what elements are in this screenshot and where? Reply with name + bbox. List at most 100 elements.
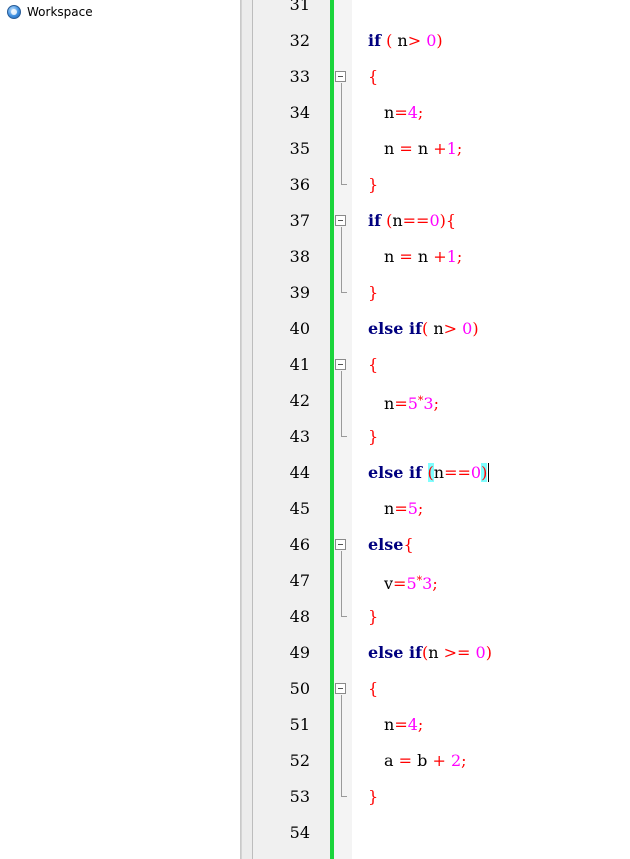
code-line-47[interactable]: v=5*3; [384,571,438,594]
code-token: ; [417,715,424,734]
code-token: } [368,283,379,302]
code-line-40[interactable]: else if( n> 0) [368,319,479,339]
code-line-38[interactable]: n = n +1; [384,247,462,267]
code-line-37[interactable]: if (n==0){ [368,211,456,231]
code-token: = [393,574,407,593]
code-line-46[interactable]: else{ [368,535,414,555]
code-token: n [433,463,445,482]
code-line-48[interactable]: } [368,607,378,627]
code-line-39[interactable]: } [368,283,378,303]
code-token: == [402,211,430,230]
fold-toggle-line-33[interactable] [335,71,346,82]
workspace-label: Workspace [27,5,93,19]
code-token: n [392,31,408,50]
code-token: else if [368,643,422,662]
code-token: n [412,247,434,266]
line-number[interactable]: 38 [250,247,310,267]
fold-toggle-line-50[interactable] [335,683,346,694]
line-number[interactable]: 54 [250,823,310,843]
line-number[interactable]: 43 [250,427,310,447]
line-number[interactable]: 47 [250,571,310,591]
line-number[interactable]: 37 [250,211,310,231]
code-token: n [384,499,395,518]
code-line-32[interactable]: if ( n> 0) [368,31,443,51]
line-number[interactable]: 39 [250,283,310,303]
line-number[interactable]: 45 [250,499,310,519]
code-token: } [368,175,379,194]
fold-guide [341,83,342,184]
code-token: 5 [407,499,418,518]
code-token: = [394,103,408,122]
code-token: 0 [462,319,473,338]
code-editor[interactable]: if ( n> 0) { n=4; n = n +1; } if (n==0){… [352,0,630,859]
code-token: ; [456,139,463,158]
fold-toggle-line-41[interactable] [335,359,346,370]
code-token: 3 [423,394,434,413]
code-line-42[interactable]: n=5*3; [384,391,439,414]
workspace-tree-item[interactable]: Workspace [0,0,240,22]
line-number[interactable]: 49 [250,643,310,663]
fold-end-marker [341,616,347,617]
code-token: = [394,499,408,518]
code-token: { [403,535,414,554]
code-token: 0 [429,211,440,230]
line-number[interactable]: 53 [250,787,310,807]
fold-toggle-line-46[interactable] [335,539,346,550]
code-line-41[interactable]: { [368,355,378,375]
code-token: n [428,643,444,662]
code-token: 0 [475,643,486,662]
code-token: n [384,394,395,413]
code-token: if [368,211,381,230]
code-token: else [368,535,404,554]
line-number[interactable]: 42 [250,391,310,411]
code-token: 0 [426,31,437,50]
code-token: n [428,319,444,338]
line-number[interactable]: 44 [250,463,310,483]
code-token: { [368,679,379,698]
code-token: } [368,427,379,446]
code-line-51[interactable]: n=4; [384,715,423,735]
code-token: else if [368,319,422,338]
code-token: = [399,139,413,158]
code-line-49[interactable]: else if(n >= 0) [368,643,492,663]
code-token: ; [417,499,424,518]
code-token: } [368,787,379,806]
code-token: else if [368,463,428,482]
code-token: ) [472,319,479,338]
code-token: 1 [446,247,457,266]
code-line-35[interactable]: n = n +1; [384,139,462,159]
code-token: ) [485,643,492,662]
line-number[interactable]: 35 [250,139,310,159]
code-token: v [384,574,394,593]
code-line-43[interactable]: } [368,427,378,447]
line-number[interactable]: 48 [250,607,310,627]
line-number-gutter: 31 32 33 34 35 36 37 38 39 40 41 42 43 44 45 46 47 48 49 50… [253,0,330,859]
fold-toggle-line-37[interactable] [335,215,346,226]
code-line-44[interactable]: else if (n==0) [368,463,490,483]
line-number[interactable]: 34 [250,103,310,123]
code-line-50[interactable]: { [368,679,378,699]
line-number[interactable]: 40 [250,319,310,339]
code-token: { [368,355,379,374]
code-token: a [384,751,399,770]
line-number[interactable]: 33 [250,67,310,87]
line-number[interactable]: 46 [250,535,310,555]
line-number[interactable]: 51 [250,715,310,735]
line-number[interactable]: 41 [250,355,310,375]
line-number[interactable]: 52 [250,751,310,771]
fold-guide [341,371,342,436]
code-line-52[interactable]: a = b + 2; [384,751,467,771]
code-line-34[interactable]: n=4; [384,103,423,123]
code-line-33[interactable]: { [368,67,378,87]
code-token: n [392,211,403,230]
code-token: n [384,715,395,734]
code-line-36[interactable]: } [368,175,378,195]
code-line-53[interactable]: } [368,787,378,807]
line-number[interactable]: 32 [250,31,310,51]
line-number[interactable]: 50 [250,679,310,699]
fold-guide [341,695,342,796]
code-line-45[interactable]: n=5; [384,499,423,519]
line-number[interactable]: 36 [250,175,310,195]
code-token: ) [436,31,443,50]
line-number[interactable]: 31 [250,0,310,15]
